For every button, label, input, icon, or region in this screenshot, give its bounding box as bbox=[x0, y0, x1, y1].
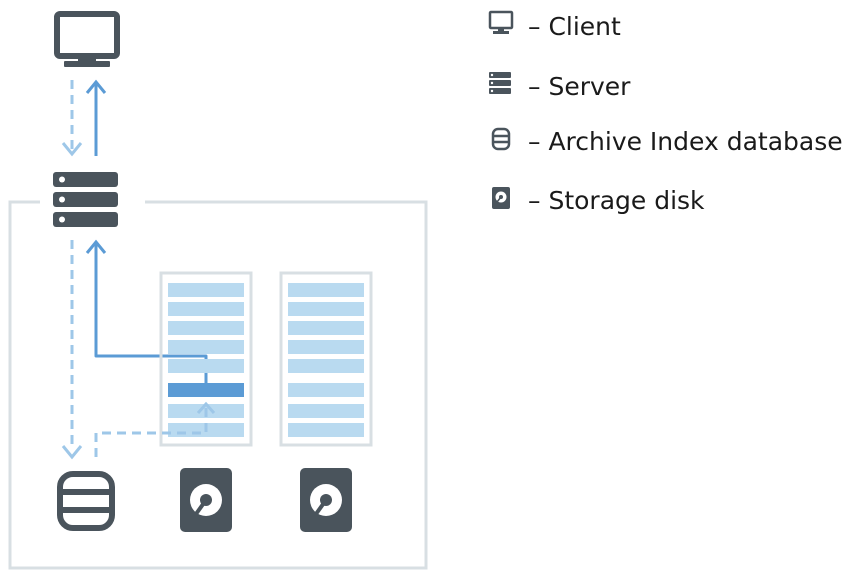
server-icon bbox=[53, 172, 118, 227]
legend-label-client: – Client bbox=[528, 11, 621, 41]
server-icon bbox=[484, 69, 518, 103]
storage-disk-icon bbox=[300, 468, 352, 532]
highlighted-slot bbox=[168, 383, 244, 397]
client-server-arrows bbox=[61, 79, 107, 157]
legend: – Client – Server – Archive Index databa… bbox=[484, 0, 867, 240]
storage-disk-icon bbox=[180, 468, 232, 532]
database-icon bbox=[57, 471, 115, 531]
legend-item-database: – Archive Index database bbox=[484, 121, 843, 161]
server-database-arrow bbox=[61, 240, 83, 460]
monitor-icon bbox=[484, 9, 518, 43]
storage-column-1 bbox=[159, 271, 253, 447]
legend-item-server: – Server bbox=[484, 66, 630, 106]
legend-item-disk: – Storage disk bbox=[484, 180, 705, 220]
storage-column-2 bbox=[279, 271, 373, 447]
client-monitor-icon bbox=[54, 11, 120, 67]
database-icon bbox=[484, 124, 518, 158]
disk-icon bbox=[484, 183, 518, 217]
legend-item-client: – Client bbox=[484, 6, 621, 46]
legend-label-disk: – Storage disk bbox=[528, 185, 705, 215]
legend-label-database: – Archive Index database bbox=[528, 126, 843, 156]
legend-label-server: – Server bbox=[528, 71, 631, 101]
